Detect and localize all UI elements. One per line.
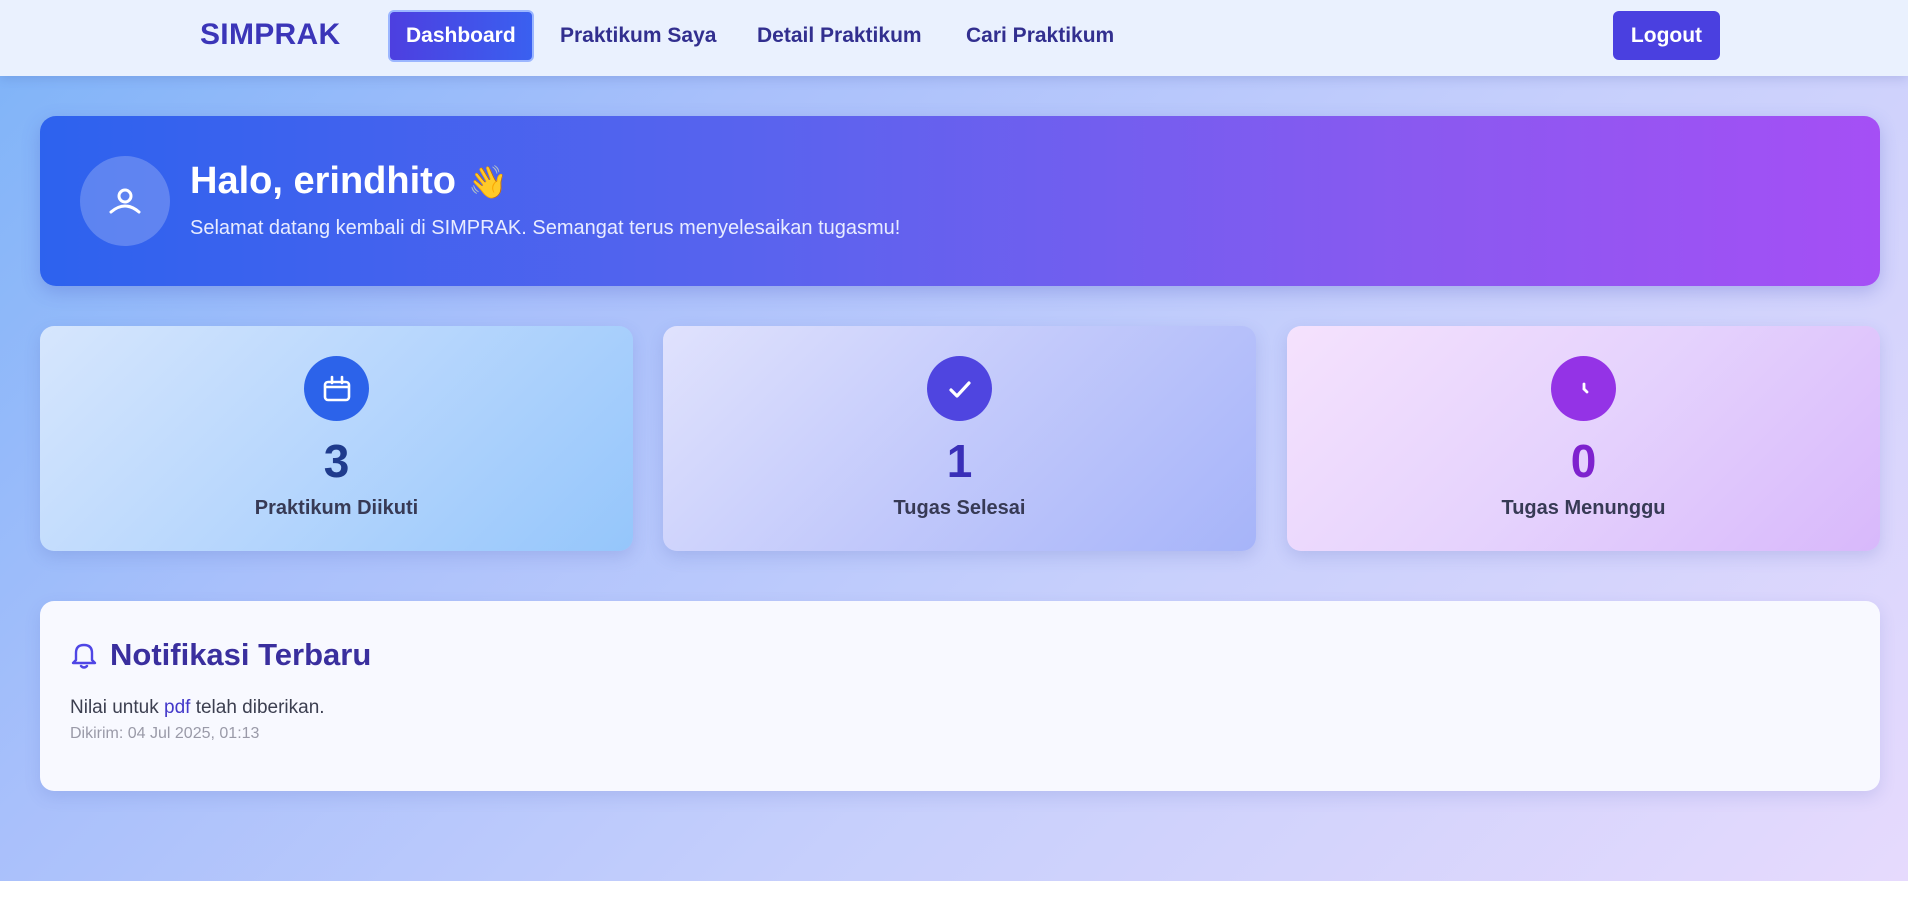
top-navbar: SIMPRAK Dashboard Praktikum Saya Detail … — [0, 0, 1908, 76]
welcome-banner: Halo, erindhito 👋 Selamat datang kembali … — [40, 116, 1880, 286]
notification-suffix: telah diberikan. — [190, 697, 325, 718]
notifications-title: Notifikasi Terbaru — [110, 637, 372, 672]
logout-button[interactable]: Logout — [1613, 11, 1720, 60]
stat-card-tugas-menunggu: 0 Tugas Menunggu — [1287, 326, 1880, 551]
notification-message: Nilai untuk pdf telah diberikan. — [70, 697, 325, 719]
notification-timestamp: Dikirim: 04 Jul 2025, 01:13 — [70, 725, 260, 742]
nav-link-detail-praktikum[interactable]: Detail Praktikum — [741, 10, 938, 62]
hero-greeting: Halo, erindhito 👋 — [190, 160, 508, 203]
stat-value: 1 — [946, 435, 973, 487]
nav-link-cari-praktikum[interactable]: Cari Praktikum — [950, 10, 1130, 62]
stat-label: Tugas Selesai — [893, 497, 1026, 519]
stat-value: 3 — [323, 435, 350, 487]
wave-icon: 👋 — [468, 164, 508, 200]
stat-value: 0 — [1570, 435, 1597, 487]
user-icon — [109, 188, 141, 214]
notification-link[interactable]: pdf — [164, 697, 190, 718]
stat-label: Tugas Menunggu — [1501, 497, 1666, 519]
brand-logo[interactable]: SIMPRAK — [200, 18, 340, 52]
greeting-text: Halo, erindhito — [190, 160, 456, 202]
clock-icon — [1551, 356, 1616, 421]
stat-card-praktikum-diikuti: 3 Praktikum Diikuti — [40, 326, 633, 551]
calendar-icon — [304, 356, 369, 421]
nav-link-praktikum-saya[interactable]: Praktikum Saya — [544, 10, 732, 62]
stat-label: Praktikum Diikuti — [254, 497, 419, 519]
stat-card-tugas-selesai: 1 Tugas Selesai — [663, 326, 1256, 551]
check-icon — [927, 356, 992, 421]
notifications-panel: Notifikasi Terbaru Nilai untuk pdf telah… — [40, 601, 1880, 791]
hero-subtitle: Selamat datang kembali di SIMPRAK. Seman… — [190, 217, 901, 239]
nav-link-dashboard[interactable]: Dashboard — [388, 10, 534, 62]
notification-prefix: Nilai untuk — [70, 697, 164, 718]
avatar — [80, 156, 170, 246]
bell-icon — [71, 643, 97, 669]
notifications-header: Notifikasi Terbaru — [70, 635, 371, 675]
